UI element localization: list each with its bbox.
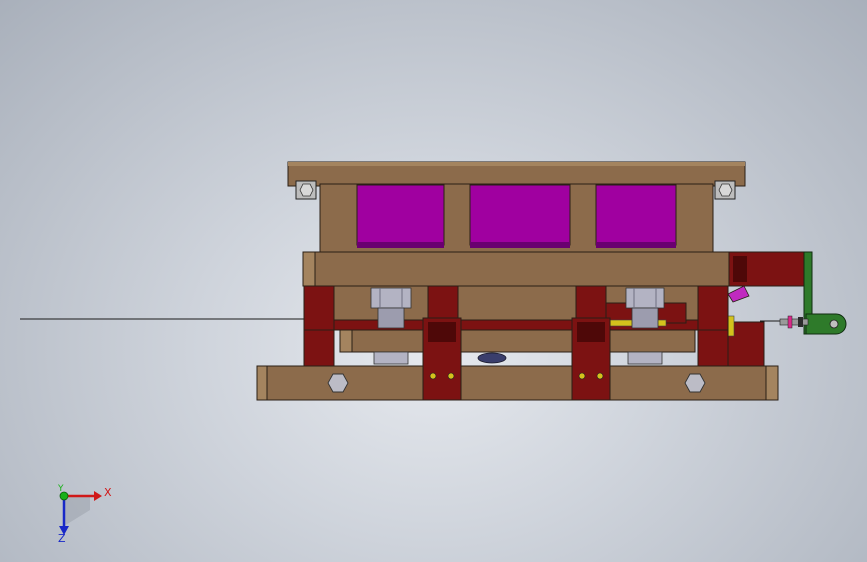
cavity-right[interactable] xyxy=(595,184,677,246)
clamp-right[interactable] xyxy=(571,317,611,401)
x-axis-arrowhead xyxy=(94,491,102,501)
clevis-pin xyxy=(829,319,839,329)
corner-bolt-left-hex xyxy=(299,183,314,197)
cavity-left-shadow xyxy=(357,242,444,248)
top-plate-edge xyxy=(288,162,745,166)
base-bolt-right[interactable] xyxy=(684,373,706,393)
cavity-right-shadow xyxy=(596,242,676,248)
coordinate-triad[interactable] xyxy=(59,491,102,535)
clamp-left[interactable] xyxy=(422,317,462,401)
base-plate-left-edge xyxy=(256,365,268,401)
triad-shadow xyxy=(64,496,90,526)
inner-plate-left-edge xyxy=(339,329,353,353)
corner-bolt-right-hex xyxy=(718,183,733,197)
cavity-center-shadow xyxy=(470,242,570,248)
cavity-center[interactable] xyxy=(469,184,571,246)
x-axis-label: X xyxy=(104,486,112,499)
z-axis-label: Z xyxy=(58,532,66,545)
middle-plate-highlight xyxy=(302,251,316,287)
green-bracket-clevis[interactable] xyxy=(805,313,847,335)
guide-post-left-lower[interactable] xyxy=(303,329,335,367)
cad-viewport[interactable]: X Y Z xyxy=(0,0,867,562)
guide-post-right-upper[interactable] xyxy=(697,285,729,331)
guide-post-center-right[interactable] xyxy=(575,285,607,321)
spring-rod[interactable] xyxy=(779,318,809,326)
spring-collar xyxy=(787,315,793,329)
model-view[interactable] xyxy=(0,0,867,562)
guide-post-left-upper[interactable] xyxy=(303,285,335,331)
guide-post-right-lower[interactable] xyxy=(697,329,729,367)
spring-collar-2 xyxy=(798,317,803,327)
middle-plate[interactable] xyxy=(302,251,731,287)
base-bolt-left[interactable] xyxy=(327,373,349,393)
bushing-right[interactable] xyxy=(625,287,665,365)
cavity-left[interactable] xyxy=(356,184,445,246)
ejector-disc[interactable] xyxy=(477,352,507,364)
y-axis-label: Y xyxy=(58,484,64,494)
base-plate-right-edge xyxy=(765,365,779,401)
wedge-part[interactable] xyxy=(727,285,750,303)
inner-plate[interactable] xyxy=(339,329,696,353)
guide-post-center-left[interactable] xyxy=(427,285,459,321)
side-cylinder-block-inner xyxy=(733,256,747,282)
